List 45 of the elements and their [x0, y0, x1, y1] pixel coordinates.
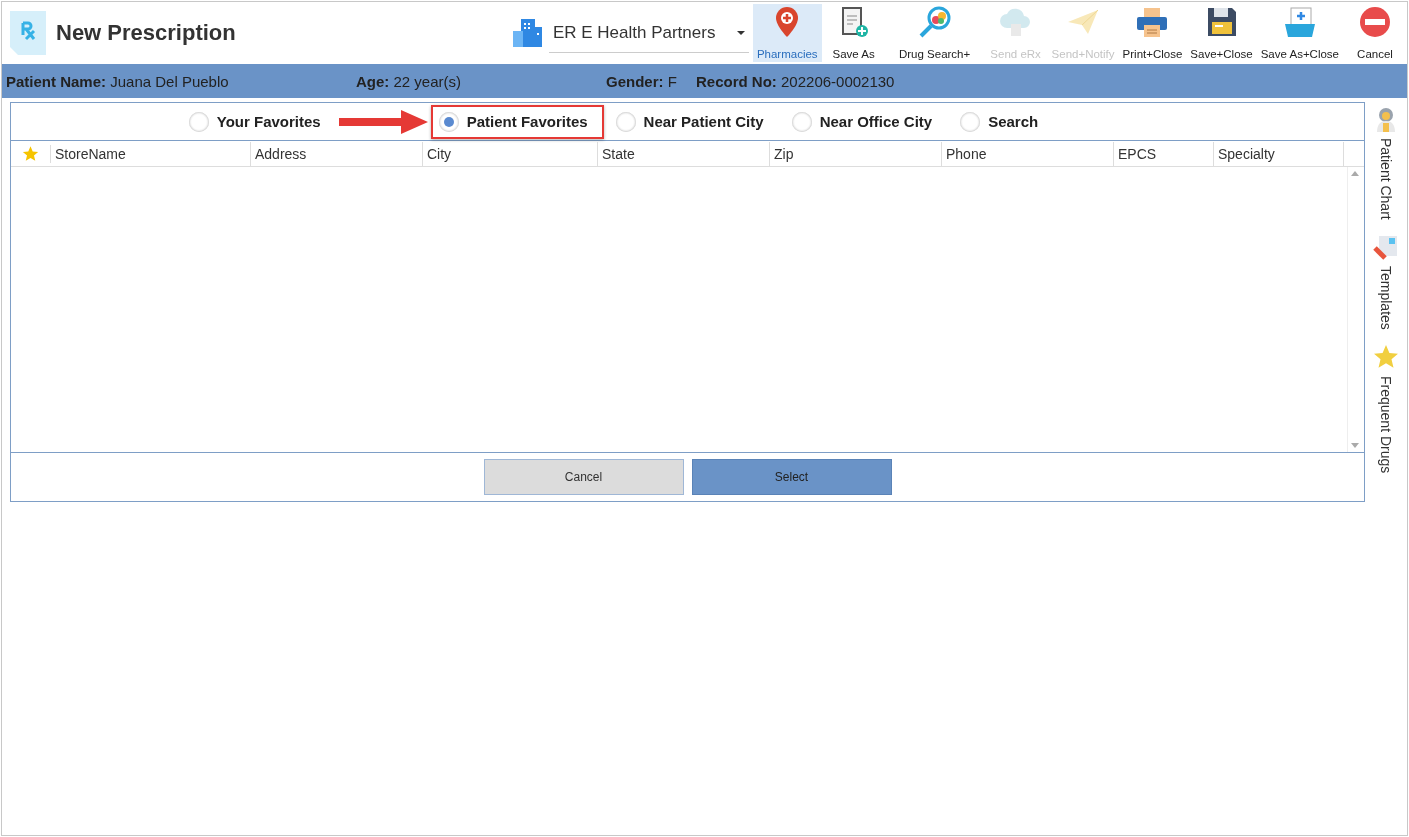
toolbar-button[interactable]: Print+Close — [1118, 4, 1187, 62]
scrollbar[interactable] — [1347, 167, 1362, 452]
buildings-icon — [510, 17, 543, 49]
column-header[interactable]: EPCS — [1114, 141, 1214, 166]
toolbar-button[interactable]: Cancel — [1343, 4, 1407, 62]
radio-option[interactable]: Near Patient City — [607, 104, 780, 139]
column-header[interactable]: State — [598, 141, 770, 166]
patient-field: Patient Name: Juana Del Pueblo — [6, 72, 356, 90]
side-tab[interactable]: Templates — [1373, 233, 1399, 330]
toolbar-button[interactable]: Pharmacies — [752, 4, 822, 62]
column-header[interactable]: StoreName — [51, 141, 251, 166]
star-icon — [1373, 343, 1399, 370]
map-pin-icon — [775, 6, 800, 38]
window-title: New Prescription — [56, 20, 236, 46]
stop-icon — [1359, 6, 1391, 38]
side-tab[interactable]: Frequent Drugs — [1373, 343, 1399, 473]
caret-icon — [736, 30, 745, 35]
toolbar-button[interactable]: Drug Search+ — [885, 4, 984, 62]
radio-option[interactable]: Your Favorites — [180, 104, 337, 139]
side-tab[interactable]: Patient Chart — [1374, 106, 1398, 220]
column-header[interactable]: Zip — [770, 141, 942, 166]
doctor-icon — [1374, 106, 1398, 132]
prescription-icon — [10, 11, 46, 55]
scroll-down-icon — [1351, 443, 1359, 448]
column-header[interactable]: Specialty — [1214, 141, 1344, 166]
scroll-up-icon — [1351, 171, 1359, 176]
patient-field: Record No: 202206-0002130 — [696, 72, 895, 90]
cloud-icon — [998, 6, 1033, 38]
radio-option[interactable]: Patient Favorites — [430, 104, 604, 139]
toolbar-button[interactable]: Save+Close — [1186, 4, 1257, 62]
dialog-button[interactable]: Select — [691, 459, 892, 495]
document-folder-icon — [1282, 6, 1317, 38]
column-header[interactable]: Phone — [942, 141, 1114, 166]
column-header[interactable]: City — [423, 141, 598, 166]
patient-field: Gender: F — [606, 72, 696, 90]
pencil-document-icon — [1373, 233, 1399, 260]
dialog-button[interactable]: Cancel — [483, 459, 684, 495]
patient-field: Age: 22 year(s) — [356, 72, 606, 90]
magnifier-icon — [917, 6, 952, 38]
toolbar-button[interactable]: Save As — [821, 4, 886, 62]
radio-option[interactable]: Near Office City — [783, 104, 949, 139]
toolbar-button[interactable]: Save As+Close — [1256, 4, 1343, 62]
column-header[interactable]: Address — [251, 141, 423, 166]
radio-option[interactable]: Search — [952, 104, 1055, 139]
printer-icon — [1135, 6, 1170, 38]
